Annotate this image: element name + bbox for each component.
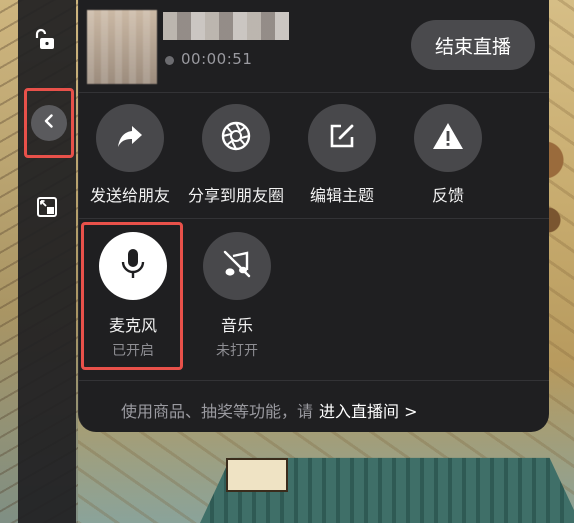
enter-live-room-link[interactable]: 进入直播间 > (319, 402, 418, 421)
picture-in-picture-button[interactable] (30, 192, 64, 226)
share-label: 分享到朋友圈 (187, 186, 284, 205)
share-circle (96, 104, 164, 172)
share-circle (202, 104, 270, 172)
tool-label: 麦克风 (108, 316, 157, 335)
feedback-button[interactable]: 反馈 (393, 104, 503, 206)
stream-title-blurred (163, 12, 289, 40)
send-to-friend-button[interactable]: 发送给朋友 (75, 104, 185, 206)
unlock-icon (35, 27, 59, 55)
share-arrow-icon (114, 120, 146, 156)
tool-label: 音乐 (220, 316, 253, 335)
end-live-button[interactable]: 结束直播 (411, 20, 535, 70)
live-control-panel: 00:00:51 结束直播 发送给朋友 分享到朋友圈 编辑主题 反馈 麦克风 已… (78, 0, 549, 432)
share-circle (414, 104, 482, 172)
share-label: 编辑主题 (309, 186, 374, 205)
moments-shutter-icon (219, 119, 253, 157)
recording-dot-icon (165, 56, 174, 65)
tool-status: 已开启 (112, 343, 154, 359)
share-label: 反馈 (431, 186, 464, 205)
warning-icon (432, 121, 464, 155)
tool-circle (203, 232, 271, 300)
back-circle (31, 105, 67, 141)
edit-topic-button[interactable]: 编辑主题 (287, 104, 397, 206)
share-circle (308, 104, 376, 172)
stream-thumbnail (87, 10, 157, 84)
tool-status: 未打开 (216, 343, 258, 359)
picture-in-picture-icon (35, 195, 59, 223)
side-toolbar (18, 0, 76, 523)
microphone-toggle[interactable]: 麦克风 已开启 (87, 226, 179, 360)
tool-circle (99, 232, 167, 300)
music-toggle[interactable]: 音乐 未打开 (191, 226, 283, 360)
divider (79, 92, 549, 93)
unlock-button[interactable] (30, 24, 64, 58)
chevron-left-icon (41, 113, 57, 133)
microphone-icon (119, 247, 147, 285)
live-timer: 00:00:51 (181, 50, 253, 68)
edit-icon (327, 121, 357, 155)
divider (79, 218, 549, 219)
footer-hint: 使用商品、抽奖等功能，请 进入直播间 > (121, 398, 418, 422)
collapse-panel-button[interactable] (24, 88, 74, 158)
share-label: 发送给朋友 (89, 186, 170, 205)
divider (79, 380, 549, 381)
music-off-icon (220, 247, 254, 285)
footer-text: 使用商品、抽奖等功能，请 (121, 402, 314, 421)
share-to-moments-button[interactable]: 分享到朋友圈 (181, 104, 291, 206)
game-building-sign (226, 458, 288, 492)
